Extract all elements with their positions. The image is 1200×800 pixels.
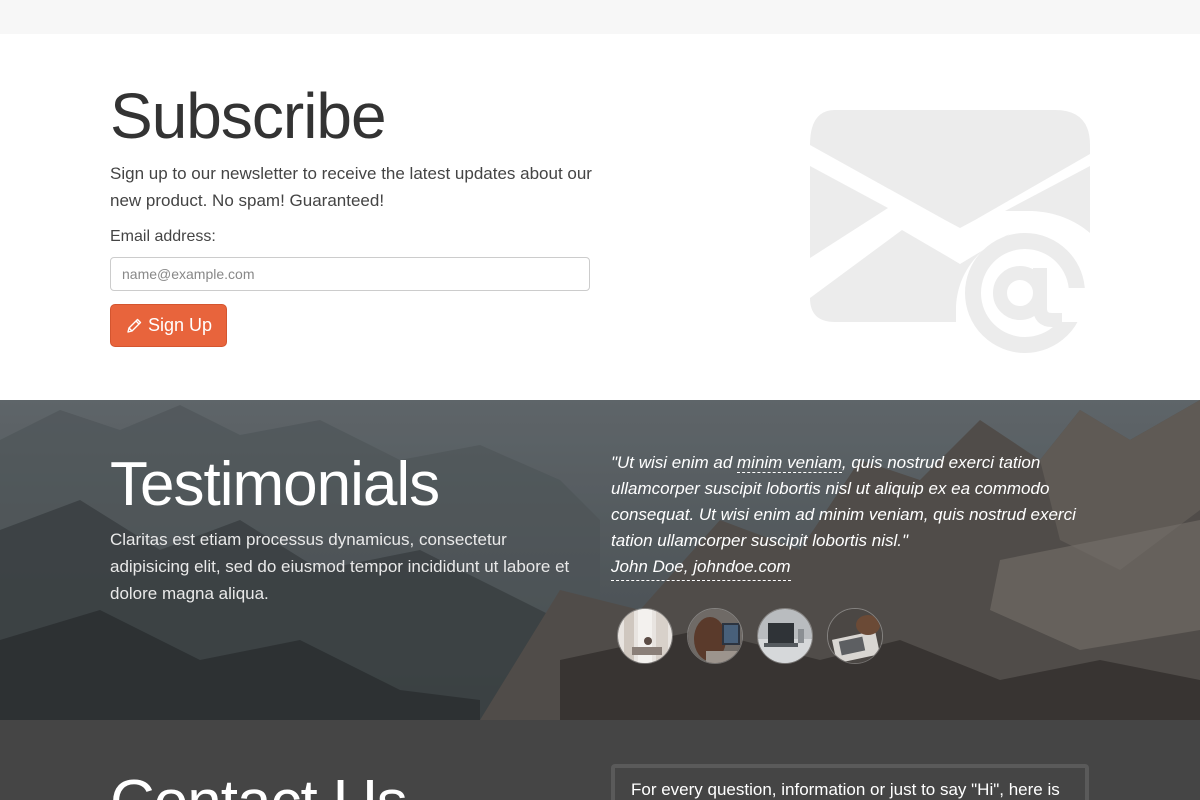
testimonials-description: Claritas est etiam processus dynamicus, …	[110, 530, 570, 603]
contact-section: Contact Us For every question, informati…	[0, 720, 1200, 800]
email-field[interactable]	[110, 257, 590, 291]
testimonial-avatars	[617, 608, 883, 664]
contact-title: Contact Us	[110, 772, 408, 800]
email-label: Email address:	[110, 228, 216, 245]
pencil-icon	[125, 317, 143, 335]
subscribe-title: Subscribe	[110, 80, 387, 152]
avatar-laptop-desk[interactable]	[757, 608, 813, 664]
avatar-person-laptop[interactable]	[687, 608, 743, 664]
quote-text-start: "Ut wisi enim ad	[611, 453, 738, 472]
avatar-person-typing[interactable]	[827, 608, 883, 664]
quote-highlight: minim veniam	[737, 453, 842, 473]
subscribe-section: Subscribe Sign up to our newsletter to r…	[0, 34, 1200, 400]
top-bar	[0, 0, 1200, 34]
quote-author: John Doe, johndoe.com	[611, 554, 791, 581]
subscribe-description: Sign up to our newsletter to receive the…	[110, 164, 592, 210]
testimonials-title: Testimonials	[110, 450, 440, 519]
contact-intro: For every question, information or just …	[631, 780, 1060, 799]
contact-info-box: For every question, information or just …	[611, 764, 1089, 800]
envelope-at-icon	[810, 110, 1092, 353]
sign-up-button[interactable]: Sign Up	[110, 304, 228, 347]
sign-up-label: Sign Up	[148, 315, 213, 335]
testimonial-quote: "Ut wisi enim ad minim veniam, quis nost…	[611, 450, 1091, 581]
testimonials-section: Testimonials Claritas est etiam processu…	[0, 400, 1200, 720]
avatar-person-window[interactable]	[617, 608, 673, 664]
